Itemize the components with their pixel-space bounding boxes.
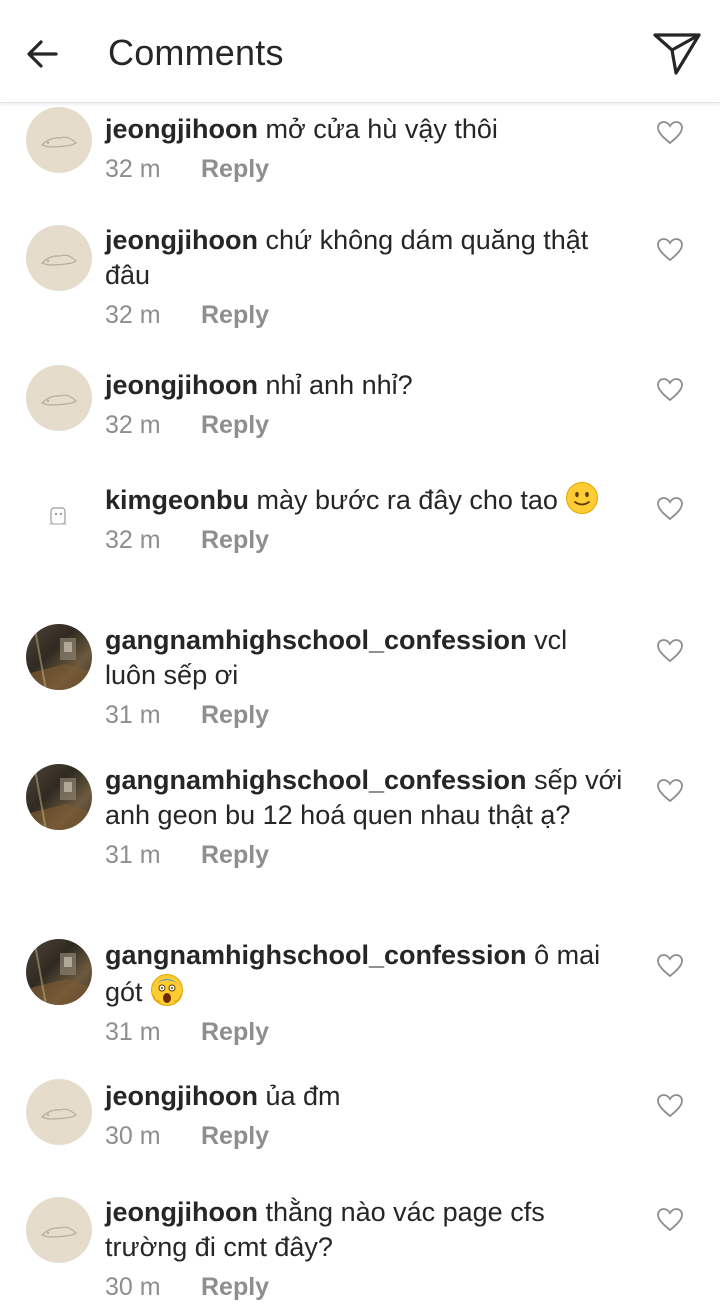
comment-username[interactable]: gangnamhighschool_confession	[105, 625, 527, 655]
comment-meta: 31 m Reply	[105, 1016, 625, 1048]
comment-username[interactable]: kimgeonbu	[105, 485, 249, 515]
heart-icon[interactable]	[656, 496, 684, 522]
comment-meta: 31 m Reply	[105, 839, 625, 871]
comment-body: jeongjihoon ủa đm 30 m Reply	[105, 1079, 625, 1152]
reply-button[interactable]: Reply	[201, 155, 269, 183]
heart-icon[interactable]	[656, 120, 684, 146]
avatar[interactable]	[26, 480, 92, 546]
comment-username[interactable]: jeongjihoon	[105, 1197, 258, 1227]
comment-meta: 32 m Reply	[105, 299, 625, 331]
heart-icon[interactable]	[656, 1207, 684, 1233]
comment-time: 32 m	[105, 301, 161, 329]
comment-meta: 32 m Reply	[105, 153, 625, 185]
comment-time: 32 m	[105, 411, 161, 439]
sketch-avatar-icon	[40, 254, 78, 266]
comment-meta: 30 m Reply	[105, 1271, 625, 1303]
heart-icon[interactable]	[656, 953, 684, 979]
comment-text: kimgeonbu mày bước ra đây cho tao	[105, 481, 625, 518]
sketch-avatar-icon	[40, 1226, 78, 1238]
comment-message: ủa đm	[265, 1081, 341, 1111]
app-header: Comments	[0, 0, 720, 103]
heart-icon[interactable]	[656, 1093, 684, 1119]
comment-message: mở cửa hù vậy thôi	[265, 114, 498, 144]
comment-message: mày bước ra đây cho tao	[256, 485, 558, 515]
comment-body: kimgeonbu mày bước ra đây cho tao 32 m Re…	[105, 481, 625, 556]
reply-button[interactable]: Reply	[201, 411, 269, 439]
comment-body: gangnamhighschool_confession vcl luôn sế…	[105, 623, 625, 731]
classroom-photo-avatar-icon	[26, 624, 92, 690]
arrow-left-icon	[27, 40, 58, 68]
reply-button[interactable]: Reply	[201, 841, 269, 869]
avatar[interactable]	[26, 107, 92, 173]
comment-time: 32 m	[105, 155, 161, 183]
comment-text: jeongjihoon ủa đm	[105, 1079, 625, 1114]
avatar[interactable]	[26, 624, 92, 690]
comment-time: 30 m	[105, 1122, 161, 1150]
page-title: Comments	[108, 32, 284, 73]
avatar[interactable]	[26, 365, 92, 431]
comment-time: 31 m	[105, 1018, 161, 1046]
classroom-photo-avatar-icon	[26, 764, 92, 830]
comment-text: jeongjihoon mở cửa hù vậy thôi	[105, 112, 625, 147]
comment-time: 31 m	[105, 701, 161, 729]
comment-body: jeongjihoon thằng nào vác page cfs trườn…	[105, 1195, 625, 1303]
comment-time: 31 m	[105, 841, 161, 869]
back-button[interactable]	[20, 32, 64, 76]
avatar[interactable]	[26, 1079, 92, 1145]
heart-icon[interactable]	[656, 237, 684, 263]
heart-icon[interactable]	[656, 638, 684, 664]
share-button[interactable]	[650, 28, 704, 80]
sketch-avatar-icon	[40, 136, 78, 148]
paper-plane-icon	[653, 33, 701, 75]
comment-text: gangnamhighschool_confession ô mai gót	[105, 938, 625, 1010]
reply-button[interactable]: Reply	[201, 526, 269, 554]
comment-text: gangnamhighschool_confession vcl luôn sế…	[105, 623, 625, 693]
comment-meta: 32 m Reply	[105, 409, 625, 441]
comment-message: nhỉ anh nhỉ?	[265, 370, 413, 400]
comment-username[interactable]: jeongjihoon	[105, 225, 258, 255]
avatar[interactable]	[26, 1197, 92, 1263]
comment-meta: 32 m Reply	[105, 524, 625, 556]
comment-username[interactable]: jeongjihoon	[105, 370, 258, 400]
avatar[interactable]	[26, 939, 92, 1005]
heart-icon[interactable]	[656, 377, 684, 403]
reply-button[interactable]: Reply	[201, 1018, 269, 1046]
comment-body: jeongjihoon chứ không dám quăng thật đâu…	[105, 223, 625, 331]
comment-text: gangnamhighschool_confession sếp với anh…	[105, 763, 625, 833]
comment-body: jeongjihoon mở cửa hù vậy thôi 32 m Reply	[105, 112, 625, 185]
avatar[interactable]	[26, 225, 92, 291]
comment-text: jeongjihoon thằng nào vác page cfs trườn…	[105, 1195, 625, 1265]
reply-button[interactable]: Reply	[201, 1122, 269, 1150]
comment-username[interactable]: gangnamhighschool_confession	[105, 940, 527, 970]
reply-button[interactable]: Reply	[201, 1273, 269, 1301]
comment-body: gangnamhighschool_confession ô mai gót 3…	[105, 938, 625, 1048]
comment-username[interactable]: jeongjihoon	[105, 114, 258, 144]
comment-body: jeongjihoon nhỉ anh nhỉ? 32 m Reply	[105, 368, 625, 441]
comment-text: jeongjihoon chứ không dám quăng thật đâu	[105, 223, 625, 293]
classroom-photo-avatar-icon	[26, 939, 92, 1005]
comment-time: 30 m	[105, 1273, 161, 1301]
sketch-avatar-icon	[40, 394, 78, 406]
heart-icon[interactable]	[656, 778, 684, 804]
reply-button[interactable]: Reply	[201, 701, 269, 729]
slightly-smiling-face-emoji	[566, 482, 599, 514]
comment-username[interactable]: gangnamhighschool_confession	[105, 765, 527, 795]
reply-button[interactable]: Reply	[201, 301, 269, 329]
comment-body: gangnamhighschool_confession sếp với anh…	[105, 763, 625, 871]
cartoon-character-avatar-icon	[49, 507, 67, 525]
comment-meta: 31 m Reply	[105, 699, 625, 731]
comment-time: 32 m	[105, 526, 161, 554]
comment-text: jeongjihoon nhỉ anh nhỉ?	[105, 368, 625, 403]
screaming-face-emoji	[151, 974, 184, 1006]
avatar[interactable]	[26, 764, 92, 830]
sketch-avatar-icon	[40, 1108, 78, 1120]
comment-username[interactable]: jeongjihoon	[105, 1081, 258, 1111]
comment-meta: 30 m Reply	[105, 1120, 625, 1152]
